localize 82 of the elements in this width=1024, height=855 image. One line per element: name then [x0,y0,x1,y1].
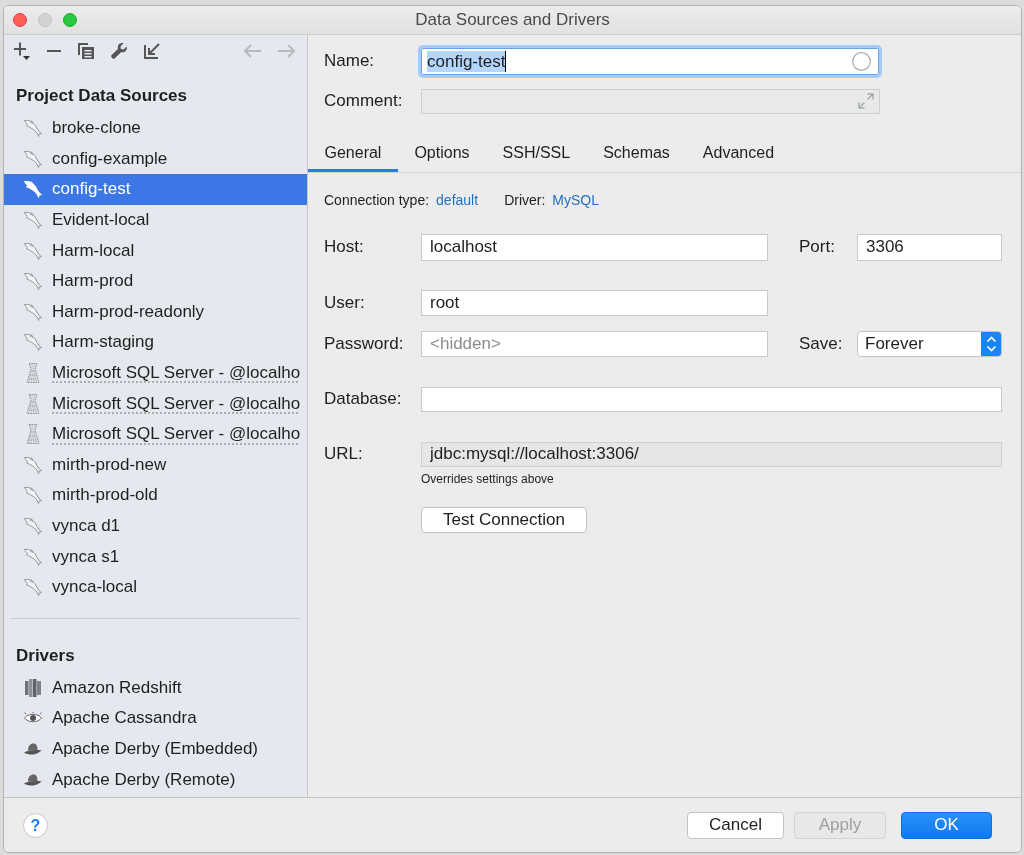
driver-link[interactable]: MySQL [552,191,600,208]
section-heading: Project Data Sources [16,84,187,107]
tower-icon [24,424,42,445]
save-select[interactable]: Forever [857,330,1002,357]
minus-icon[interactable] [47,49,61,52]
field-label: Database: [324,389,402,410]
dolphin-icon [24,302,42,321]
url-hint: Overrides settings above [421,471,554,486]
data-source-item[interactable]: config-example [4,143,307,175]
stepper-icon [981,331,1001,356]
dolphin-icon [24,149,42,168]
name-field[interactable]: config-test [418,44,882,78]
field-label: Port: [799,237,835,258]
hat-icon [24,742,42,755]
database-field[interactable] [421,386,1002,412]
data-source-item[interactable]: Harm-staging [4,327,307,358]
dolphin-icon [24,547,42,566]
hat-icon [24,773,42,786]
dolphin-icon [24,517,42,535]
dolphin-icon [24,486,42,505]
dolphin-icon [24,578,42,597]
data-source-item[interactable]: Microsoft SQL Server - @localho [4,357,307,389]
tower-icon [24,363,42,383]
field-label: Name: [324,51,375,72]
data-source-item[interactable]: broke-clone [4,112,307,144]
data-source-item[interactable]: Microsoft SQL Server - @localho [4,388,307,419]
driver-item[interactable]: Apache Derby (Remote) [4,764,307,795]
columns-icon [24,678,42,697]
field-label: Host: [324,237,364,258]
tab[interactable]: Options [397,134,487,172]
data-source-item[interactable]: Harm-prod [4,265,307,297]
data-source-item[interactable]: Harm-local [4,235,307,266]
driver-item[interactable]: Apache Derby (Embedded) [4,733,307,765]
field-label: Save: [799,333,843,354]
eye-icon [24,712,42,725]
data-source-item[interactable]: Microsoft SQL Server - @localho [4,418,307,450]
dolphin-icon [24,180,42,199]
dolphin-icon [24,272,42,291]
arrow-into-corner-icon[interactable] [144,42,160,59]
port-field[interactable]: 3306 [857,233,1002,261]
connection-type-link[interactable]: default [436,191,479,208]
plus-icon[interactable] [14,41,30,60]
test-connection-button[interactable]: Test Connection [421,506,587,533]
driver-item[interactable]: Amazon Redshift [4,672,307,704]
cancel-button[interactable]: Cancel [687,811,784,839]
help-button[interactable]: ? [23,812,48,838]
tower-icon [24,393,42,414]
data-source-item[interactable]: mirth-prod-old [4,480,307,511]
tab[interactable]: General [308,134,398,172]
data-source-item[interactable]: Harm-prod-readonly [4,296,307,328]
close-button[interactable] [13,13,27,27]
wrench-icon[interactable] [111,42,127,59]
circle-icon[interactable] [852,51,871,71]
dolphin-icon [24,119,42,138]
data-source-item[interactable]: vynca d1 [4,510,307,542]
copy-icon[interactable] [78,42,94,59]
dolphin-icon [24,241,42,260]
data-source-item[interactable]: config-test [4,174,307,205]
dolphin-icon [24,333,42,352]
user-field[interactable]: root [421,289,768,316]
driver-item[interactable]: Apache Cassandra [4,703,307,734]
tab[interactable]: SSH/SSL [486,134,587,172]
password-field[interactable]: <hidden> [421,330,768,357]
field-label: Driver: [504,191,546,208]
data-source-item[interactable]: mirth-prod-new [4,449,307,481]
tab[interactable]: Advanced [686,134,791,172]
window-title: Data Sources and Drivers [415,10,610,30]
zoom-button[interactable] [63,13,77,27]
data-source-item[interactable]: Evident-local [4,204,307,236]
field-label: Comment: [324,91,403,112]
dolphin-icon [24,211,42,230]
ok-button[interactable]: OK [901,811,992,839]
field-label: Connection type: [324,191,430,208]
section-heading: Drivers [16,645,75,668]
data-source-item[interactable]: vynca s1 [4,541,307,572]
tab[interactable]: Schemas [586,134,687,172]
field-label: Password: [324,333,404,354]
field-label: User: [324,292,365,313]
dolphin-icon [24,455,42,474]
data-source-item[interactable]: vynca-local [4,571,307,603]
host-field[interactable]: localhost [421,233,768,261]
field-label: URL: [324,444,363,465]
